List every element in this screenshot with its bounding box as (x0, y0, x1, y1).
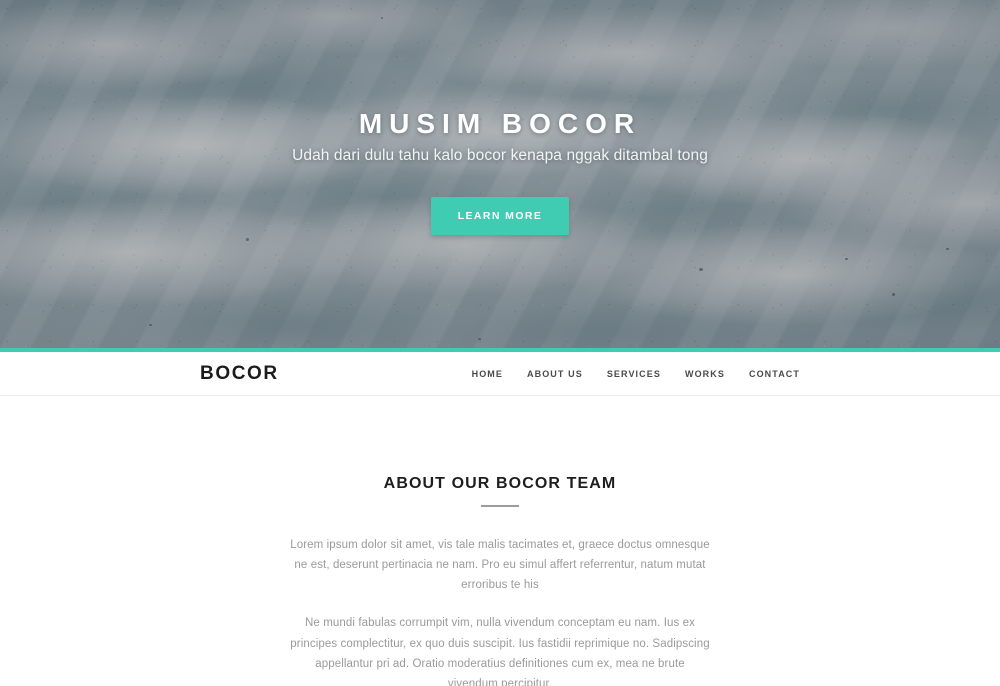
brand-logo[interactable]: BOCOR (200, 363, 279, 385)
about-paragraph-2: Ne mundi fabulas corrumpit vim, nulla vi… (290, 617, 710, 686)
hero-content: MUSIM BOCOR Udah dari dulu tahu kalo boc… (0, 0, 1000, 348)
nav-links: HOME ABOUT US SERVICES WORKS CONTACT (472, 369, 800, 379)
about-heading: ABOUT OUR BOCOR TEAM (383, 475, 617, 492)
nav-link-works[interactable]: WORKS (685, 369, 725, 379)
learn-more-button[interactable]: LEARN MORE (430, 197, 570, 236)
hero-section: MUSIM BOCOR Udah dari dulu tahu kalo boc… (0, 0, 1000, 348)
nav-link-home[interactable]: HOME (472, 369, 503, 379)
hero-title: MUSIM BOCOR (358, 107, 642, 139)
about-body: Lorem ipsum dolor sit amet, vis tale mal… (290, 535, 710, 686)
hero-subtitle: Udah dari dulu tahu kalo bocor kenapa ng… (292, 147, 708, 165)
main-navbar: BOCOR HOME ABOUT US SERVICES WORKS CONTA… (0, 352, 1000, 396)
nav-link-about-us[interactable]: ABOUT US (527, 369, 583, 379)
nav-link-contact[interactable]: CONTACT (749, 369, 800, 379)
about-paragraph-1: Lorem ipsum dolor sit amet, vis tale mal… (290, 539, 710, 592)
about-section: ABOUT OUR BOCOR TEAM Lorem ipsum dolor s… (0, 396, 1000, 686)
heading-divider (481, 505, 519, 507)
nav-link-services[interactable]: SERVICES (607, 369, 661, 379)
